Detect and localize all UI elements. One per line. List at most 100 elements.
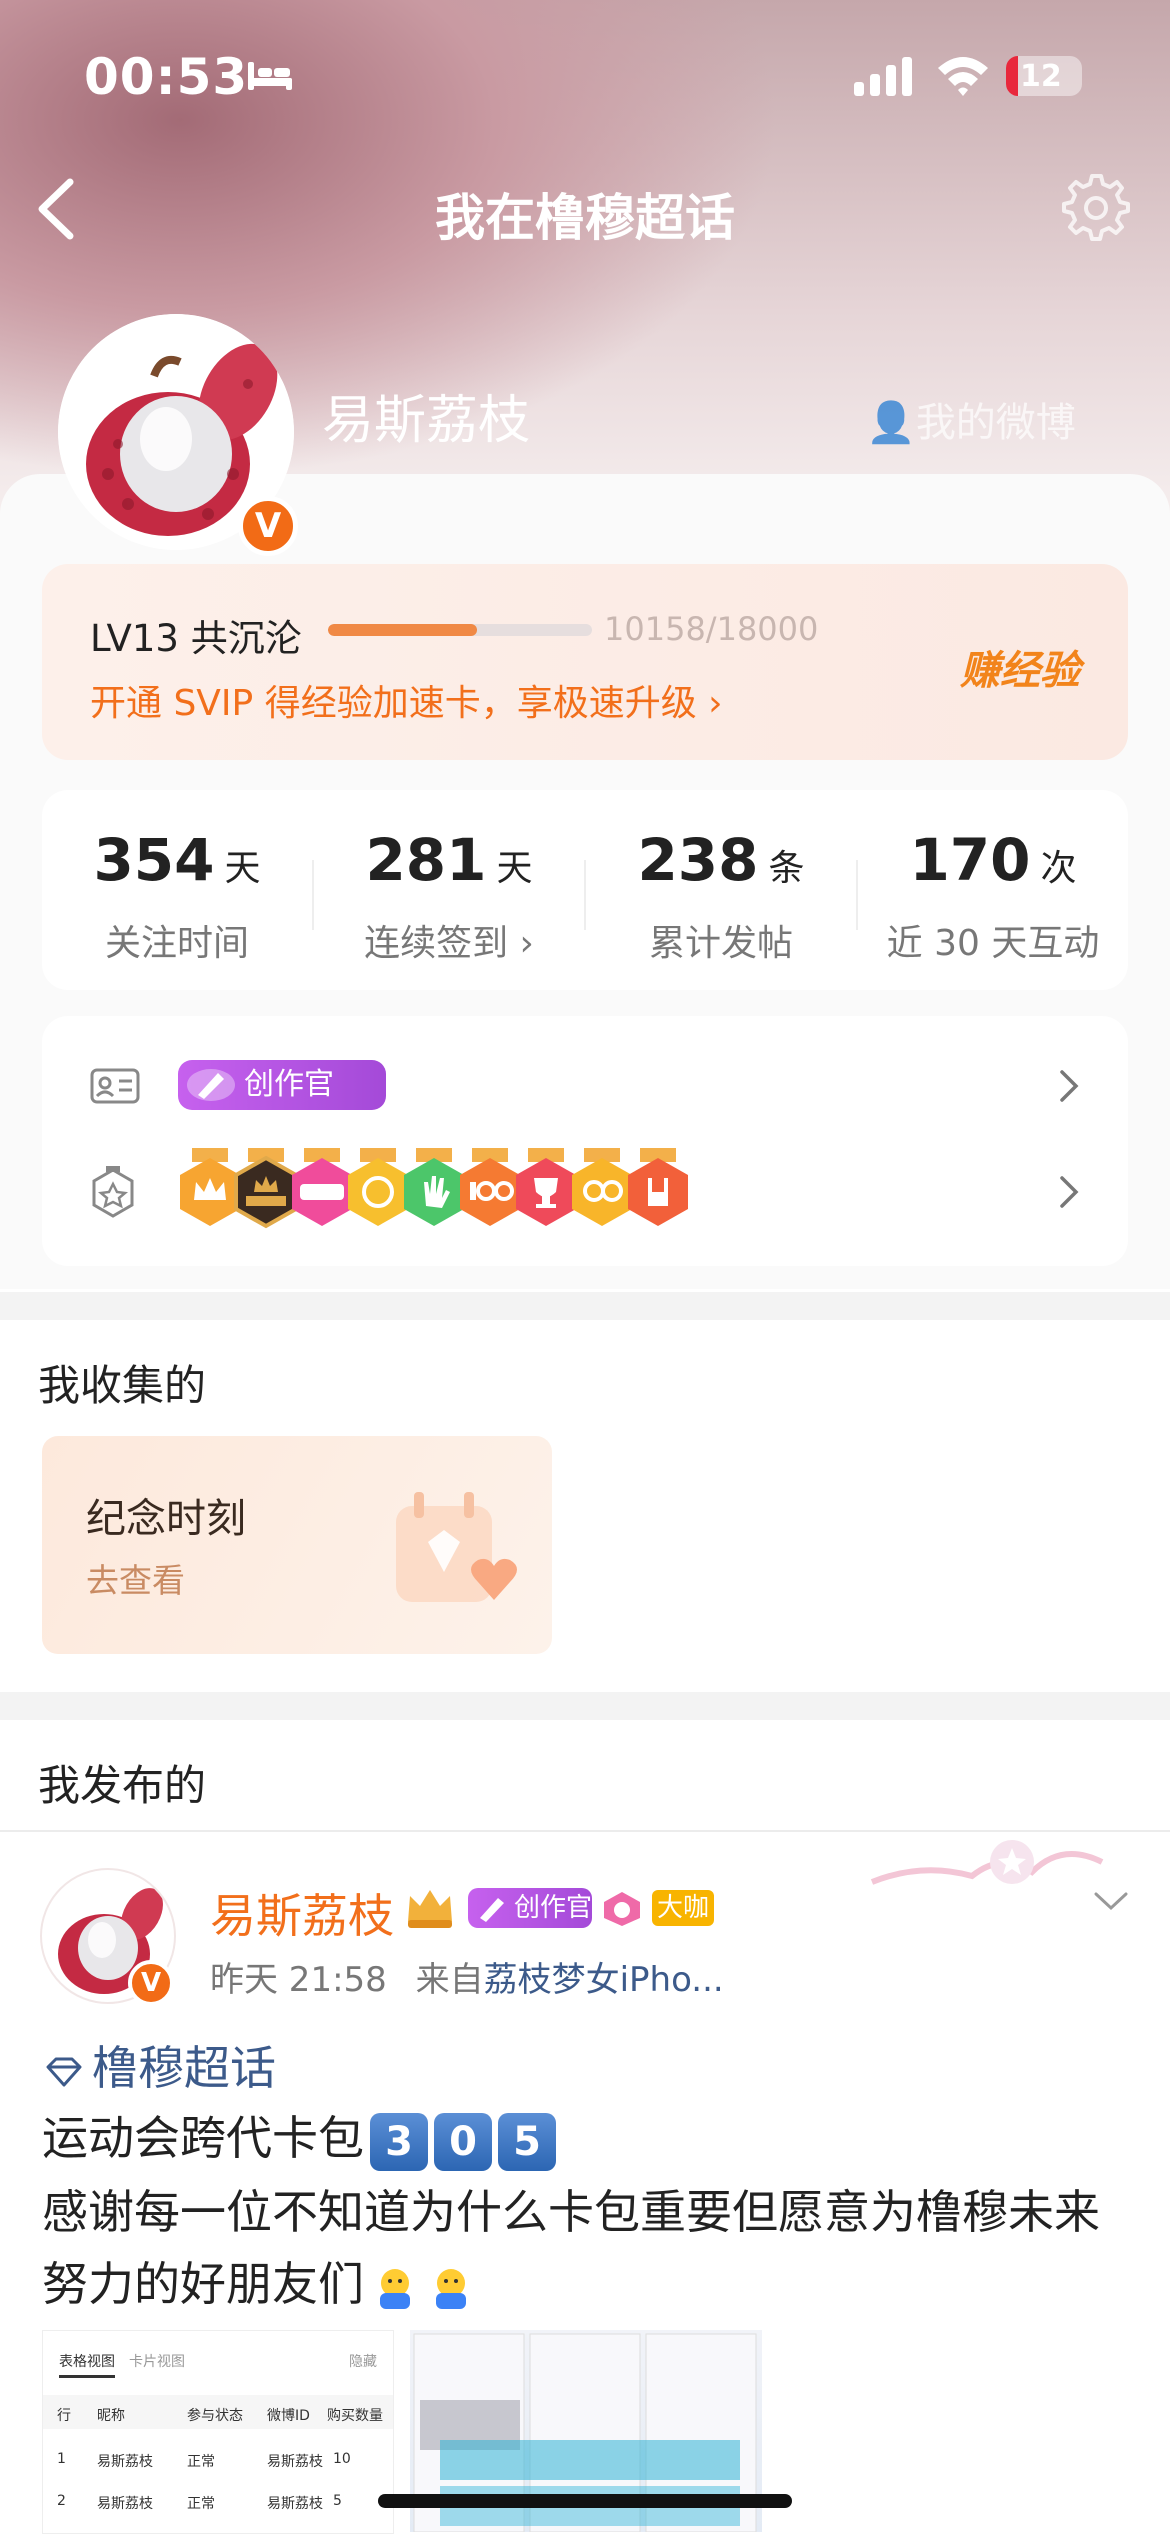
thumb-cell: 5 [333, 2493, 342, 2509]
post-text-line: 运动会跨代卡包 3 0 5 [42, 2102, 556, 2171]
stat-unit: 条 [768, 848, 805, 889]
earn-exp-button[interactable]: 赚经验 [960, 638, 1080, 696]
thumb-row: 2 易斯荔枝 正常 易斯荔枝 5 [43, 2483, 393, 2519]
level-label: LV13 共沉沦 [90, 617, 302, 660]
hug-emoji-icon [380, 2268, 410, 2309]
badges-panel: 创作官 [42, 1016, 1128, 1266]
sleep-focus-icon [248, 62, 292, 90]
stats-panel: 354 天 关注时间 281 天 连续签到 › 238 条 累计发帖 170 次 近 3… [42, 790, 1128, 990]
keycap-digit: 0 [434, 2112, 492, 2171]
post-line-1: 运动会跨代卡包 [42, 2111, 364, 2165]
person-icon: 👤 [866, 400, 916, 446]
battery-low-fill [1006, 56, 1018, 96]
level-progress-fill [328, 624, 477, 636]
topic-label: 橹穆超话 [92, 2041, 276, 2095]
thumb-cell: 易斯荔枝 [267, 2496, 323, 2512]
keycap-digit: 3 [370, 2112, 428, 2171]
thumb-header: 微博ID [267, 2408, 310, 2424]
stat-label: 近 30 天互动 [886, 923, 1100, 964]
cellular-signal-icon [854, 57, 912, 96]
thumb-cell: 10 [333, 2451, 351, 2467]
stat-value: 354 [93, 826, 215, 894]
svip-promo-link[interactable]: 开通 SVIP 得经验加速卡，享极速升级 › [90, 674, 723, 726]
thumb-header: 昵称 [97, 2408, 125, 2424]
post-meta: 昨天 21:58 来自荔枝梦女iPho... [210, 1952, 724, 2001]
calendar-heart-icon [396, 1492, 517, 1602]
stat-checkin-days[interactable]: 281 天 连续签到 › [314, 790, 584, 990]
wifi-icon [938, 57, 988, 96]
verified-badge: V [238, 496, 298, 556]
thumb-cell: 2 [57, 2493, 66, 2509]
level-progress-text: 10158/18000 [604, 610, 819, 648]
chevron-right-icon[interactable] [1058, 1068, 1080, 1104]
creator-badge[interactable]: 创作官 [178, 1060, 386, 1110]
stat-label: 关注时间 [104, 923, 249, 964]
thumb-cell: 1 [57, 2451, 66, 2467]
thumb-cell: 易斯荔枝 [97, 2454, 153, 2470]
published-heading: 我发布的 [38, 1761, 207, 1810]
stat-unit: 天 [224, 848, 261, 889]
thumb-cell: 正常 [187, 2454, 215, 2470]
thumb-header: 行 [57, 2408, 71, 2424]
verified-badge: V [128, 1960, 174, 2006]
post-author-name[interactable]: 易斯荔枝 [210, 1880, 394, 1946]
profile-username: 易斯荔枝 [322, 391, 531, 451]
medal-icon [92, 1166, 134, 1218]
memorial-card-link: 去查看 [86, 1561, 185, 1600]
chevron-right-icon[interactable] [1058, 1174, 1080, 1210]
stat-value: 170 [909, 826, 1031, 894]
my-weibo-label: 我的微博 [915, 400, 1076, 446]
stat-follow-days: 354 天 关注时间 [42, 790, 312, 990]
section-divider [0, 1692, 1170, 1720]
diamond-icon [46, 2057, 82, 2086]
thumb-cell: 易斯荔枝 [267, 2454, 323, 2470]
my-weibo-link[interactable]: 👤我的微博 [866, 390, 1076, 448]
topic-link[interactable]: 橹穆超话 [44, 2032, 276, 2098]
chevron-down-icon[interactable] [1092, 1890, 1130, 1914]
daka-badge: 大咖 [652, 1890, 714, 1926]
stat-interactions: 170 次 近 30 天互动 [858, 790, 1128, 990]
stat-posts: 238 条 累计发帖 [586, 790, 856, 990]
post-from-prefix: 来自 [415, 1960, 484, 2000]
stat-value: 281 [365, 826, 487, 894]
gear-icon[interactable] [1058, 170, 1130, 242]
keycap-digit: 5 [498, 2112, 556, 2171]
stat-unit: 天 [496, 848, 533, 889]
thumb-header: 参与状态 [187, 2408, 243, 2424]
section-divider [0, 1292, 1170, 1320]
creator-pen-icon [187, 1069, 235, 1101]
thumb-cell: 正常 [187, 2496, 215, 2512]
post-time: 昨天 21:58 [210, 1960, 387, 2000]
stat-unit: 次 [1040, 848, 1077, 889]
thumb-tab: 卡片视图 [129, 2354, 185, 2370]
stat-value: 238 [637, 826, 759, 894]
id-card-icon [90, 1068, 140, 1104]
thumb-row: 1 易斯荔枝 正常 易斯荔枝 10 [43, 2441, 393, 2477]
level-progress-bar [328, 624, 592, 636]
thumb-tab: 表格视图 [59, 2351, 115, 2378]
creator-pen-icon [480, 1898, 504, 1922]
level-panel[interactable]: LV13 共沉沦 10158/18000 开通 SVIP 得经验加速卡，享极速升… [42, 564, 1128, 760]
nav-bar: 我在橹穆超话 [0, 150, 1170, 270]
battery-indicator: 12 [1006, 56, 1082, 96]
creator-label: 创作官 [514, 1893, 593, 1923]
memorial-moments-card[interactable]: 纪念时刻 去查看 [42, 1436, 552, 1654]
level-13-badge-icon [604, 1892, 640, 1926]
creator-label: 创作官 [244, 1067, 334, 1102]
hug-emoji-icon [436, 2268, 466, 2309]
post-text-body: 感谢每一位不知道为什么卡包重要但愿意为橹穆未来努力的好朋友们 [42, 2176, 1142, 2320]
home-indicator [378, 2494, 792, 2508]
stat-label: 连续签到 › [364, 923, 534, 964]
thumb-header: 购买数量 [327, 2408, 383, 2424]
thumb-header-row: 行 昵称 参与状态 微博ID 购买数量 [43, 2395, 393, 2429]
post-line-2: 感谢每一位不知道为什么卡包重要但愿意为橹穆未来努力的好朋友们 [42, 2185, 1100, 2311]
creator-badge: 创作官 [468, 1888, 592, 1928]
post-image-table[interactable]: 表格视图 卡片视图 隐藏 行 昵称 参与状态 微博ID 购买数量 1 易斯荔枝 … [42, 2330, 394, 2534]
crown-badge-icon [408, 1890, 452, 1928]
medal-rock-hand-icon[interactable] [622, 1148, 694, 1234]
page-title: 我在橹穆超话 [435, 189, 735, 247]
memorial-card-title: 纪念时刻 [86, 1496, 246, 1542]
status-bar: 00:53 12 [0, 0, 1170, 150]
post-source[interactable]: 荔枝梦女iPho... [484, 1960, 724, 2000]
battery-percent: 12 [1020, 59, 1062, 94]
